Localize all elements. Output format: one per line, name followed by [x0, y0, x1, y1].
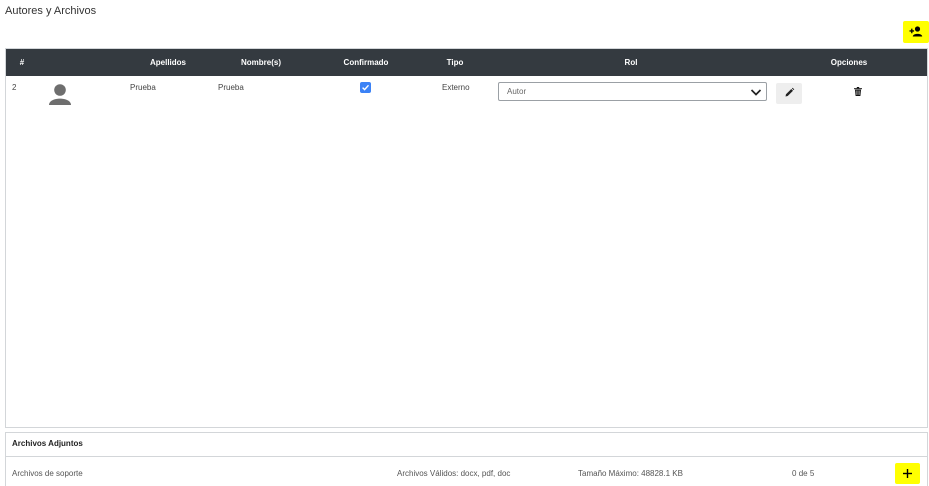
attachments-title: Archivos Adjuntos	[6, 433, 927, 457]
attachment-max-size: Tamaño Máximo: 48828.1 KB	[578, 469, 683, 478]
attachment-valid-types: Archivos Válidos: docx, pdf, doc	[397, 469, 511, 478]
table-row: 2 Prueba Prueba Externo Autor	[6, 76, 927, 110]
check-icon	[361, 79, 370, 97]
attachment-count-total: 5	[809, 469, 815, 478]
user-plus-icon	[909, 25, 923, 40]
user-silhouette-icon	[48, 83, 72, 105]
attachment-count-current: 0	[792, 469, 797, 478]
row-apellidos: Prueba	[130, 83, 156, 92]
header-tipo: Tipo	[446, 58, 464, 67]
plus-icon	[903, 466, 912, 481]
header-rol: Rol	[624, 58, 638, 67]
pencil-icon	[784, 86, 795, 101]
row-number: 2	[12, 83, 17, 92]
role-select[interactable]: Autor	[498, 82, 767, 101]
delete-author-button[interactable]	[851, 85, 865, 99]
confirmed-checkbox[interactable]	[360, 82, 371, 93]
attachment-name: Archivos de soporte	[12, 469, 83, 478]
chevron-down-icon	[750, 86, 762, 103]
edit-author-button[interactable]	[776, 83, 802, 104]
add-author-button[interactable]	[903, 21, 929, 43]
role-select-value: Autor	[507, 87, 527, 96]
header-confirmado: Confirmado	[343, 58, 389, 67]
add-file-button[interactable]	[895, 463, 920, 484]
header-nombres: Nombre(s)	[240, 58, 281, 67]
attachment-count-separator: de	[798, 469, 808, 478]
authors-table: # Apellidos Nombre(s) Confirmado Tipo Ro…	[5, 48, 928, 428]
row-tipo: Externo	[442, 83, 470, 92]
header-number: #	[19, 58, 25, 67]
page-title: Autores y Archivos	[5, 5, 97, 17]
header-opciones: Opciones	[830, 58, 868, 67]
header-apellidos: Apellidos	[149, 58, 186, 67]
attachment-count: 0 de 5	[792, 469, 814, 478]
attachments-panel: Archivos Adjuntos Archivos de soporte Ar…	[5, 432, 928, 486]
table-header: # Apellidos Nombre(s) Confirmado Tipo Ro…	[6, 49, 927, 76]
row-nombres: Prueba	[218, 83, 244, 92]
trash-icon	[854, 83, 862, 101]
